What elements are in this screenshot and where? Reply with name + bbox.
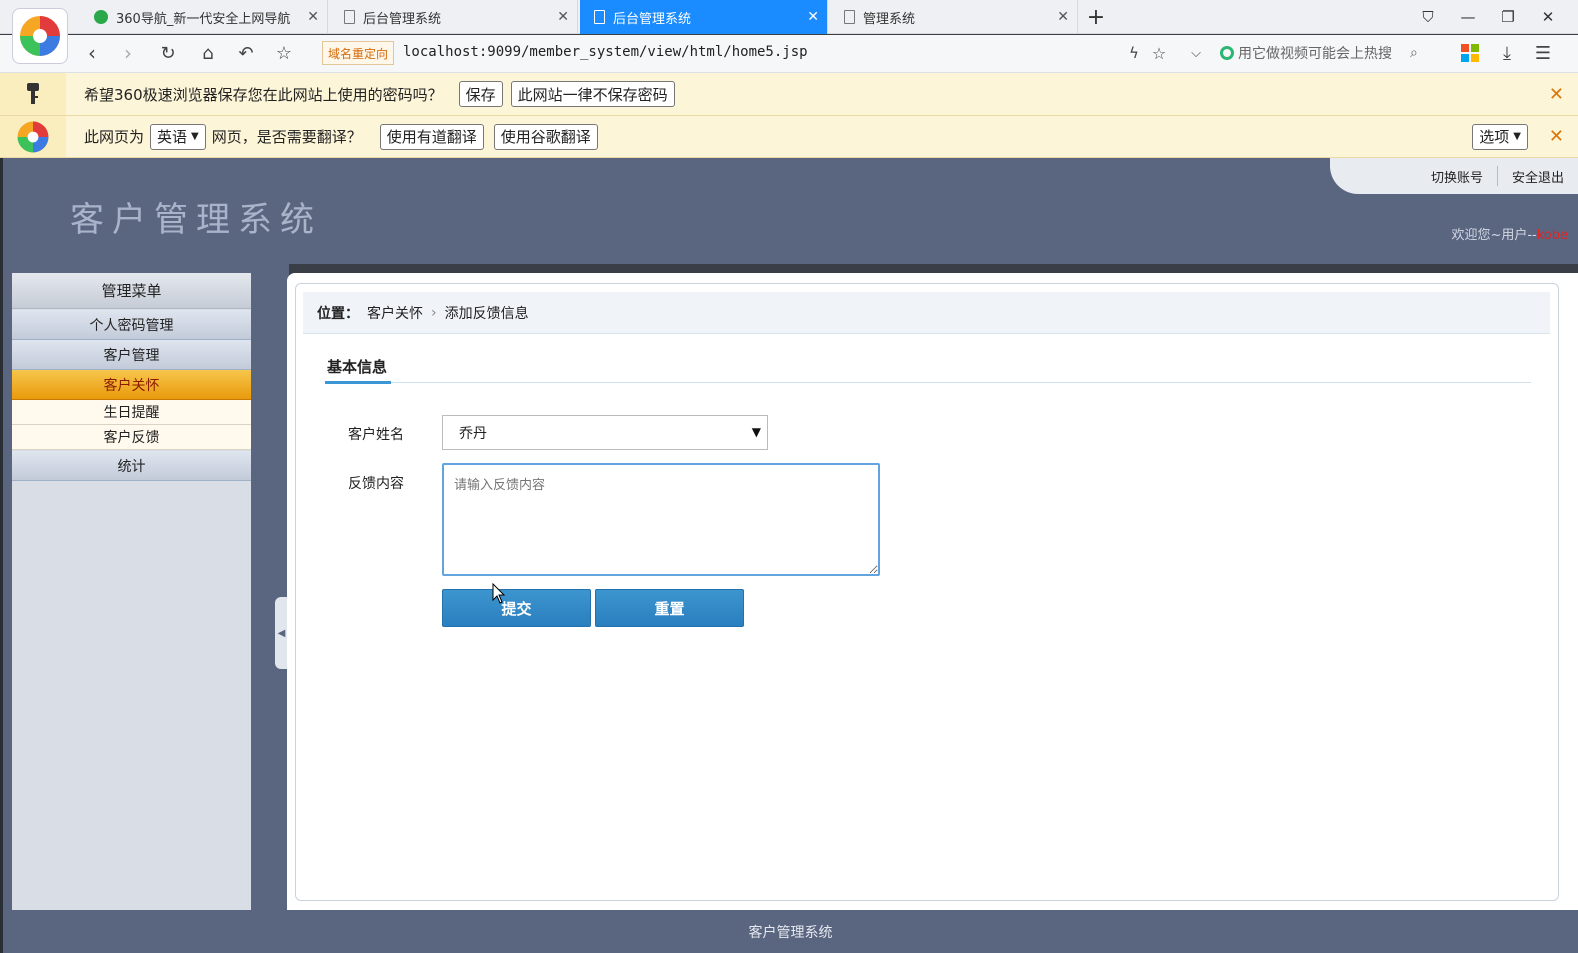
- submit-button[interactable]: 提交: [442, 589, 591, 627]
- feedback-textarea[interactable]: [442, 463, 880, 576]
- save-password-button[interactable]: 保存: [458, 81, 503, 107]
- breadcrumb: 位置： 客户关怀 › 添加反馈信息: [303, 292, 1550, 334]
- search-box[interactable]: 用它做视频可能会上热搜 ⌕: [1220, 40, 1442, 66]
- customer-name-label: 客户姓名: [348, 427, 404, 443]
- tab-admin-1[interactable]: 后台管理系统 ✕: [330, 0, 578, 34]
- translate-prefix: 此网页为: [84, 128, 145, 146]
- star-icon[interactable]: ☆: [1147, 42, 1171, 64]
- logout-link[interactable]: 安全退出: [1498, 167, 1578, 186]
- forward-icon[interactable]: ›: [116, 41, 140, 65]
- lightning-icon[interactable]: ϟ: [1122, 42, 1146, 64]
- browser-logo-icon[interactable]: [12, 8, 68, 64]
- chevron-down-icon: ▼: [191, 131, 199, 142]
- sidebar-item-customer-care[interactable]: 客户关怀: [12, 370, 251, 400]
- close-icon[interactable]: ✕: [1057, 9, 1069, 25]
- never-save-button[interactable]: 此网站一律不保存密码: [510, 81, 675, 107]
- sidebar-subitem-birthday[interactable]: 生日提醒: [12, 400, 251, 425]
- footer: 客户管理系统: [3, 910, 1578, 953]
- caret-left-icon: ◀: [277, 627, 286, 639]
- tab-title: 360导航_新一代安全上网导航: [116, 11, 291, 27]
- breadcrumb-current: 添加反馈信息: [444, 305, 529, 322]
- tab-title: 后台管理系统: [613, 11, 692, 27]
- username: kobe: [1536, 228, 1568, 243]
- redirect-badge[interactable]: 域名重定向: [322, 41, 395, 65]
- customer-name-value: 乔丹: [459, 425, 487, 442]
- splitter: [261, 264, 289, 910]
- tab-basic-info[interactable]: 基本信息: [325, 352, 391, 384]
- app-title: 客户管理系统: [70, 200, 322, 240]
- close-icon[interactable]: ✕: [307, 9, 319, 25]
- menu-icon[interactable]: ☰: [1531, 42, 1555, 64]
- page-icon: [594, 10, 605, 24]
- sidebar-item-customers[interactable]: 客户管理: [12, 340, 251, 370]
- sidebar-item-statistics[interactable]: 统计: [12, 451, 251, 481]
- password-save-bar: 希望360极速浏览器保存您在此网站上使用的密码吗？ 保存 此网站一律不保存密码 …: [0, 73, 1578, 116]
- close-icon[interactable]: ✕: [1549, 84, 1564, 105]
- search-icon[interactable]: ⌕: [1410, 45, 1418, 61]
- window-close-icon[interactable]: ✕: [1536, 6, 1560, 28]
- close-icon[interactable]: ✕: [557, 9, 569, 25]
- back-icon[interactable]: ‹: [80, 41, 104, 65]
- sidebar-subitem-feedback[interactable]: 客户反馈: [12, 425, 251, 450]
- minimize-icon[interactable]: —: [1456, 6, 1480, 28]
- bookmark-star-icon[interactable]: ☆: [272, 42, 296, 64]
- plus-shield-icon: [94, 10, 108, 24]
- breadcrumb-parent[interactable]: 客户关怀: [367, 303, 423, 323]
- youdao-translate-button[interactable]: 使用有道翻译: [379, 123, 484, 150]
- tab-management[interactable]: 管理系统 ✕: [830, 0, 1078, 34]
- reload-icon[interactable]: ↻: [156, 42, 180, 64]
- download-icon[interactable]: ⤓: [1495, 42, 1519, 64]
- key-icon: [0, 73, 66, 115]
- home-icon[interactable]: ⌂: [196, 42, 220, 64]
- tab-title: 管理系统: [863, 11, 916, 27]
- tab-admin-2[interactable]: 后台管理系统 ✕: [580, 0, 828, 34]
- apps-grid-icon[interactable]: [1458, 42, 1482, 64]
- switch-account-link[interactable]: 切换账号: [1417, 167, 1497, 186]
- options-button[interactable]: 选项 ▼: [1472, 123, 1528, 150]
- breadcrumb-separator-icon: ›: [431, 304, 437, 321]
- dropdown-icon[interactable]: ⌵: [1184, 42, 1208, 64]
- translate-suffix: 网页，是否需要翻译？: [211, 128, 362, 146]
- translate-bar: 此网页为 英语 ▼ 网页，是否需要翻译？ 使用有道翻译 使用谷歌翻译 选项 ▼ ✕: [0, 116, 1578, 158]
- reset-button[interactable]: 重置: [595, 589, 744, 627]
- welcome-text: 欢迎您~用户--kobe: [1451, 224, 1568, 243]
- menu-header: 管理菜单: [12, 273, 251, 309]
- browser-logo-icon: [0, 116, 66, 157]
- options-label: 选项: [1479, 128, 1510, 146]
- close-icon[interactable]: ✕: [807, 9, 819, 25]
- mouse-cursor-icon: [492, 582, 506, 609]
- google-translate-button[interactable]: 使用谷歌翻译: [493, 123, 598, 150]
- restore-icon[interactable]: ❐: [1496, 6, 1520, 28]
- tab-360-nav[interactable]: 360导航_新一代安全上网导航 ✕: [80, 0, 328, 34]
- tab-title: 后台管理系统: [363, 11, 442, 27]
- breadcrumb-label: 位置：: [317, 305, 359, 322]
- customer-name-select[interactable]: 乔丹 ▼: [442, 415, 768, 450]
- close-icon[interactable]: ✕: [1549, 126, 1564, 147]
- tab-underline: [325, 382, 1531, 383]
- language-select[interactable]: 英语 ▼: [150, 123, 206, 150]
- caret-down-icon: ▼: [751, 425, 761, 439]
- new-tab-icon[interactable]: +: [1084, 5, 1108, 30]
- search-engine-icon: [1220, 46, 1234, 60]
- shirt-icon[interactable]: ⛉: [1416, 6, 1440, 28]
- language-value: 英语: [157, 128, 188, 146]
- feedback-label: 反馈内容: [348, 476, 404, 492]
- url-field[interactable]: localhost:9099/member_system/view/html/h…: [403, 44, 808, 60]
- password-bar-text: 希望360极速浏览器保存您在此网站上使用的密码吗？: [84, 85, 443, 104]
- search-input[interactable]: 用它做视频可能会上热搜: [1238, 43, 1406, 63]
- chevron-down-icon: ▼: [1513, 131, 1521, 142]
- page-icon: [844, 10, 855, 24]
- top-links: 切换账号 安全退出: [1330, 158, 1578, 194]
- sidebar-item-password[interactable]: 个人密码管理: [12, 310, 251, 340]
- welcome-prefix: 欢迎您~用户--: [1451, 228, 1537, 243]
- page-icon: [344, 10, 355, 24]
- undo-icon[interactable]: ↶: [234, 42, 258, 64]
